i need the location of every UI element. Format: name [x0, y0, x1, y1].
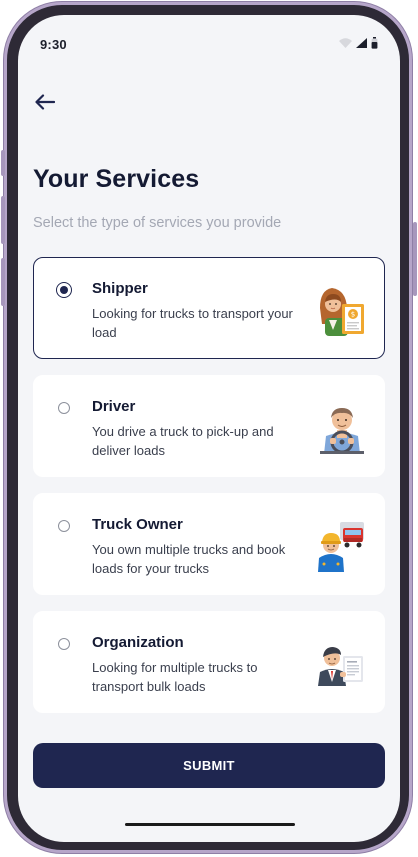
service-options-list: Shipper Looking for trucks to transport …	[33, 257, 385, 729]
home-indicator	[125, 823, 295, 826]
service-description-organization: Looking for multiple trucks to transport…	[92, 660, 258, 694]
signal-icon	[356, 38, 367, 48]
shipper-woman-illustration: $	[320, 288, 364, 336]
phone-volume-down-button	[1, 258, 5, 306]
radio-button-driver[interactable]	[58, 402, 70, 414]
status-time: 9:30	[40, 37, 67, 52]
app-screen: 9:30 Your Services Select the type of se…	[18, 15, 400, 842]
page-subtitle: Select the type of services you provide	[33, 215, 282, 231]
truck-owner-illustration	[318, 522, 364, 572]
service-title-organization: Organization	[92, 634, 184, 651]
battery-icon	[371, 37, 378, 49]
service-description-truck-owner: You own multiple trucks and book loads f…	[92, 542, 286, 576]
phone-power-button	[413, 222, 417, 296]
service-option-organization[interactable]: Organization Looking for multiple trucks…	[33, 611, 385, 713]
organization-businessman-illustration	[318, 647, 363, 686]
page-title: Your Services	[33, 165, 200, 193]
service-option-driver[interactable]: Driver You drive a truck to pick-up and …	[33, 375, 385, 477]
service-title-truck-owner: Truck Owner	[92, 516, 183, 533]
phone-volume-up-button	[1, 196, 5, 244]
service-title-shipper: Shipper	[92, 280, 148, 297]
service-title-driver: Driver	[92, 398, 136, 415]
service-description-shipper: Looking for trucks to transport your loa…	[92, 306, 293, 340]
wifi-icon	[339, 38, 352, 48]
phone-silent-switch	[1, 150, 5, 176]
arrow-left-icon	[35, 94, 55, 110]
service-option-truck-owner[interactable]: Truck Owner You own multiple trucks and …	[33, 493, 385, 595]
radio-button-organization[interactable]	[58, 638, 70, 650]
driver-illustration	[320, 408, 364, 454]
submit-button[interactable]: SUBMIT	[33, 743, 385, 788]
service-option-shipper[interactable]: Shipper Looking for trucks to transport …	[33, 257, 385, 359]
service-description-driver: You drive a truck to pick-up and deliver…	[92, 424, 274, 458]
radio-button-shipper[interactable]	[56, 282, 72, 298]
back-button[interactable]	[30, 89, 60, 115]
svg-text:$: $	[351, 311, 355, 319]
radio-button-truck-owner[interactable]	[58, 520, 70, 532]
status-icons	[339, 37, 378, 49]
